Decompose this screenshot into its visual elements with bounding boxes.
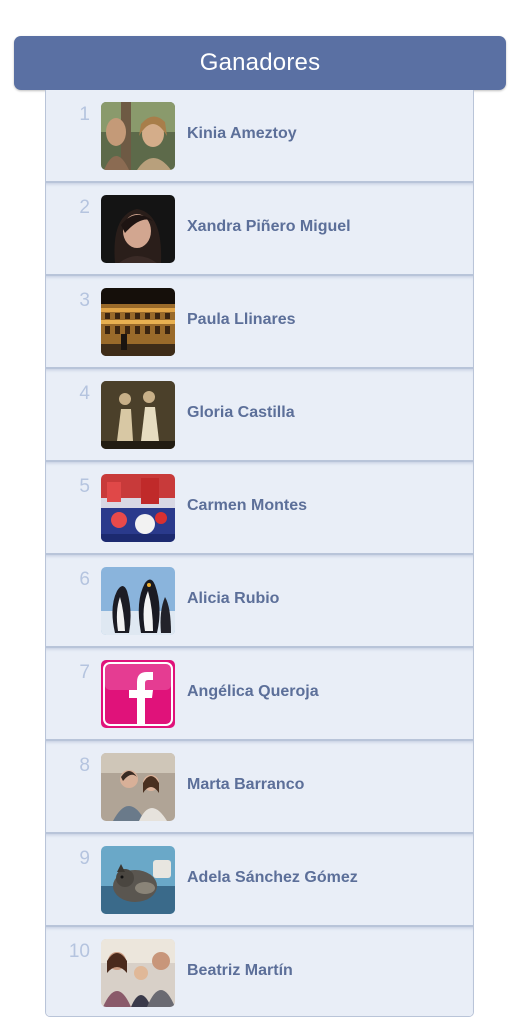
rank-number: 5 xyxy=(79,476,90,497)
avatar[interactable] xyxy=(101,753,175,821)
photo-woman-portrait-icon xyxy=(101,195,175,263)
page-title: Ganadores xyxy=(199,49,321,76)
winners-header: Ganadores xyxy=(14,36,506,90)
winner-row[interactable]: 6 Alicia Rubio xyxy=(46,555,473,648)
rank-number: 9 xyxy=(79,848,90,869)
winner-row[interactable]: 10 Beatriz Martín xyxy=(46,927,473,1016)
winner-name[interactable]: Carmen Montes xyxy=(187,497,307,515)
winner-row[interactable]: 9 Adela Sánchez Gómez xyxy=(46,834,473,927)
winner-row[interactable]: 3 Paula Llinares xyxy=(46,276,473,369)
rank-number: 6 xyxy=(79,569,90,590)
winner-name[interactable]: Adela Sánchez Gómez xyxy=(187,869,358,887)
winner-name[interactable]: Marta Barranco xyxy=(187,776,304,794)
avatar[interactable] xyxy=(101,567,175,635)
winner-name[interactable]: Beatriz Martín xyxy=(187,962,293,980)
avatar[interactable] xyxy=(101,474,175,542)
rank-number: 1 xyxy=(79,104,90,125)
photo-pet-icon xyxy=(101,846,175,914)
winner-row[interactable]: 7 Angélica Queroja xyxy=(46,648,473,741)
winners-list: 1 Kinia Ameztoy 2 Xandra Piñero Miguel 3… xyxy=(45,90,474,1017)
winner-row[interactable]: 1 Kinia Ameztoy xyxy=(46,90,473,183)
avatar[interactable] xyxy=(101,939,175,1007)
photo-couple-icon xyxy=(101,753,175,821)
winner-row[interactable]: 2 Xandra Piñero Miguel xyxy=(46,183,473,276)
avatar[interactable] xyxy=(101,195,175,263)
photo-two-women-icon xyxy=(101,102,175,170)
rank-number: 4 xyxy=(79,383,90,404)
winner-row[interactable]: 4 Gloria Castilla xyxy=(46,369,473,462)
rank-number: 10 xyxy=(68,941,90,962)
winner-name[interactable]: Paula Llinares xyxy=(187,311,296,329)
winner-name[interactable]: Alicia Rubio xyxy=(187,590,279,608)
avatar[interactable] xyxy=(101,288,175,356)
photo-penguins-icon xyxy=(101,567,175,635)
winner-name[interactable]: Kinia Ameztoy xyxy=(187,125,297,143)
facebook-logo-icon xyxy=(101,660,175,728)
avatar[interactable] xyxy=(101,660,175,728)
photo-sepia-group-icon xyxy=(101,381,175,449)
avatar[interactable] xyxy=(101,102,175,170)
avatar[interactable] xyxy=(101,381,175,449)
rank-number: 2 xyxy=(79,197,90,218)
avatar[interactable] xyxy=(101,846,175,914)
winner-name[interactable]: Xandra Piñero Miguel xyxy=(187,218,351,236)
rank-number: 7 xyxy=(79,662,90,683)
rank-number: 8 xyxy=(79,755,90,776)
photo-party-decor-icon xyxy=(101,474,175,542)
photo-colosseum-night-icon xyxy=(101,288,175,356)
rank-number: 3 xyxy=(79,290,90,311)
winner-name[interactable]: Angélica Queroja xyxy=(187,683,319,701)
winner-row[interactable]: 8 Marta Barranco xyxy=(46,741,473,834)
winner-row[interactable]: 5 Carmen Montes xyxy=(46,462,473,555)
winner-name[interactable]: Gloria Castilla xyxy=(187,404,295,422)
photo-family-icon xyxy=(101,939,175,1007)
